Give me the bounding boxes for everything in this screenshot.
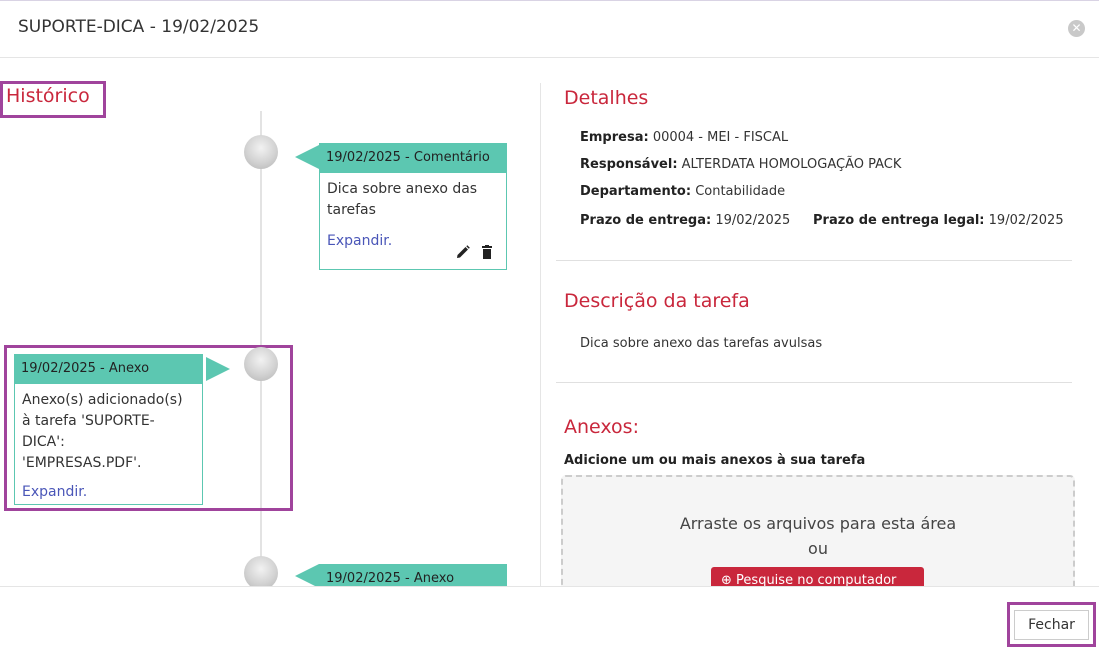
detail-value: 00004 - MEI - FISCAL: [652, 130, 789, 145]
detail-empresa: Empresa: 00004 - MEI - FISCAL: [580, 130, 788, 145]
timeline-arrow: [295, 564, 319, 586]
detail-label: Departamento:: [580, 184, 692, 199]
section-divider: [556, 382, 1072, 383]
modal-footer: Fechar: [0, 586, 1099, 668]
highlight-box-historico: [0, 81, 106, 118]
search-icon: ⊕: [721, 573, 732, 586]
expand-link[interactable]: Expandir.: [15, 484, 202, 500]
timeline-card-body: Anexo(s) adicionado(s) à tarefa 'SUPORTE…: [22, 392, 183, 471]
anexos-title: Anexos:: [564, 416, 639, 438]
timeline-card-anexo-2: 19/02/2025 - Anexo: [319, 564, 507, 586]
timeline-card-anexo: 19/02/2025 - Anexo Anexo(s) adicionado(s…: [14, 354, 203, 505]
timeline-card-header: 19/02/2025 - Anexo: [15, 355, 202, 384]
timeline-card-body: Dica sobre anexo das tarefas: [327, 181, 478, 218]
close-button[interactable]: Fechar: [1014, 610, 1089, 640]
section-divider: [556, 260, 1072, 261]
historico-column: Histórico 19/02/2025 - Comentário Dica s…: [0, 59, 540, 586]
modal-header: SUPORTE-DICA - 19/02/2025 ✕: [0, 0, 1099, 58]
detail-prazo: Prazo de entrega: 19/02/2025: [580, 213, 790, 228]
detail-prazo-legal: Prazo de entrega legal: 19/02/2025: [813, 213, 1064, 228]
column-divider: [540, 83, 541, 586]
detail-label: Empresa:: [580, 130, 649, 145]
file-dropzone[interactable]: Arraste os arquivos para esta área ou ⊕ …: [561, 475, 1075, 586]
detail-label: Responsável:: [580, 157, 678, 172]
card-actions: [456, 245, 494, 259]
pencil-icon[interactable]: [456, 245, 470, 259]
timeline-dot: [244, 556, 278, 586]
timeline-dot: [244, 347, 278, 381]
descricao-title: Descrição da tarefa: [564, 290, 750, 312]
detail-departamento: Departamento: Contabilidade: [580, 184, 785, 199]
detail-value: 19/02/2025: [715, 213, 791, 228]
timeline-dot: [244, 135, 278, 169]
close-icon[interactable]: ✕: [1068, 20, 1085, 37]
details-column: Detalhes Empresa: 00004 - MEI - FISCAL R…: [556, 59, 1076, 586]
detail-label: Prazo de entrega legal:: [813, 213, 985, 228]
trash-icon[interactable]: [480, 245, 494, 259]
detail-value: ALTERDATA HOMOLOGAÇÃO PACK: [681, 157, 902, 172]
modal-title: SUPORTE-DICA - 19/02/2025: [18, 17, 260, 37]
detail-label: Prazo de entrega:: [580, 213, 712, 228]
timeline-card-header: 19/02/2025 - Comentário: [320, 144, 506, 173]
detail-value: Contabilidade: [695, 184, 786, 199]
anexos-subtitle: Adicione um ou mais anexos à sua tarefa: [564, 453, 866, 468]
detalhes-title: Detalhes: [564, 87, 649, 109]
timeline-arrow: [295, 145, 319, 169]
descricao-text: Dica sobre anexo das tarefas avulsas: [580, 336, 823, 351]
timeline-card-comment: 19/02/2025 - Comentário Dica sobre anexo…: [319, 143, 507, 270]
search-computer-button[interactable]: ⊕ Pesquise no computador: [711, 567, 924, 586]
modal-body: Histórico 19/02/2025 - Comentário Dica s…: [0, 59, 1099, 586]
dropzone-text: Arraste os arquivos para esta área: [679, 514, 957, 533]
dropzone-or: ou: [808, 539, 828, 558]
timeline-card-header: 19/02/2025 - Anexo: [320, 565, 506, 586]
detail-responsavel: Responsável: ALTERDATA HOMOLOGAÇÃO PACK: [580, 157, 901, 172]
detail-value: 19/02/2025: [988, 213, 1064, 228]
search-computer-label: Pesquise no computador: [736, 573, 897, 586]
timeline-arrow: [206, 357, 230, 381]
